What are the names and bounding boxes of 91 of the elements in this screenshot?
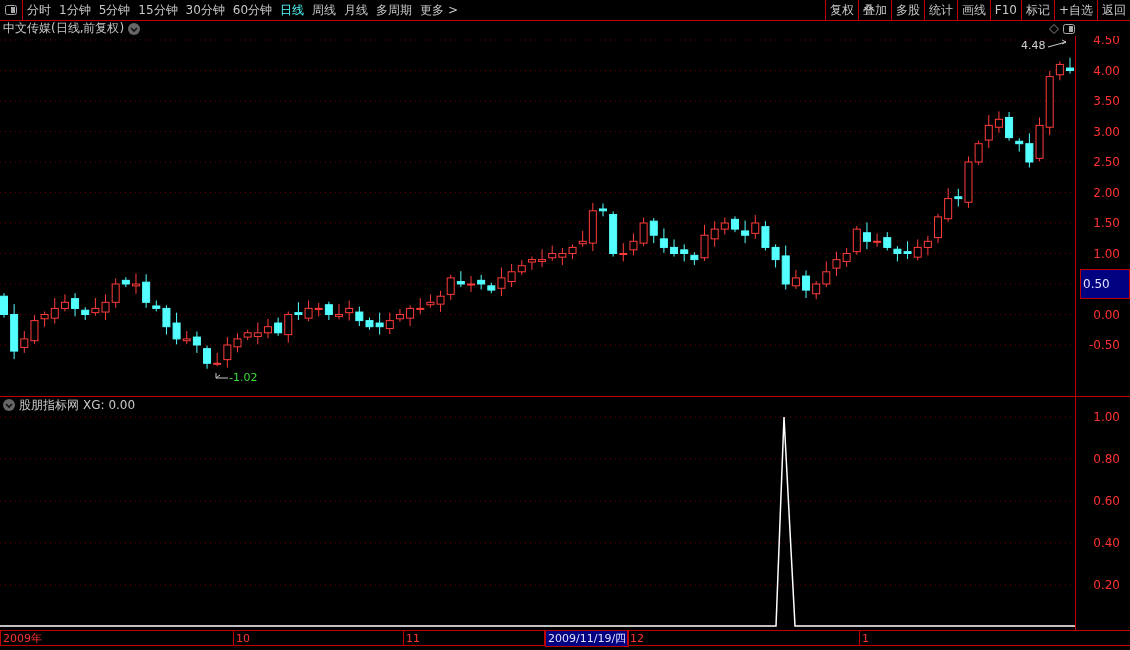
candlestick [862,221,871,250]
candlestick [629,232,638,256]
price-tick-label: 3.50 [1093,94,1120,108]
candlestick [527,256,536,271]
arrow-icon [215,372,229,379]
low-price-label: -1.02 [229,371,258,384]
indicator-tick-label: 0.40 [1093,536,1120,550]
price-tick-label: 1.50 [1093,216,1120,230]
period-tab[interactable]: 60分钟 [228,0,277,20]
indicator-tick-label: 1.00 [1093,410,1120,424]
price-tick-label: 0.00 [1093,307,1120,322]
toolbar-button[interactable]: 叠加 [857,0,891,20]
candlestick [649,217,658,244]
toolbar-button[interactable]: 复权 [824,0,858,20]
candlestick [822,260,831,288]
toolbar-button[interactable]: F10 [989,0,1021,20]
period-tab[interactable]: 月线 [340,0,373,20]
period-tab[interactable]: 分时 [23,0,55,20]
candlestick [0,292,8,319]
toolbar-button[interactable]: 统计 [923,0,957,20]
price-tick-label: 1.00 [1093,246,1120,261]
toolbar-button[interactable]: 返回 [1097,0,1130,20]
high-price-label: 4.48 [1021,39,1046,52]
period-tab[interactable]: 30分钟 [181,0,229,20]
date-tick-label: 10 [235,631,251,645]
candlestick [132,273,140,295]
arrow-icon [1047,39,1067,48]
indicator-tick-label: 0.60 [1093,494,1120,508]
price-tick-label: 2.50 [1093,155,1120,169]
candlestick [639,217,648,247]
candlestick [467,275,475,293]
candlestick [659,228,668,254]
candlestick [324,301,333,321]
candlestick [913,238,922,261]
candlestick [558,247,567,266]
period-tab[interactable]: 周线 [308,0,341,20]
date-tick-label: 2009年 [2,630,43,646]
candlestick [101,293,110,321]
period-tab[interactable]: 多周期 [372,0,417,20]
candlestick [741,220,750,244]
candlestick [1066,57,1074,75]
candlestick [548,245,557,262]
chevron-down-icon[interactable] [3,399,15,411]
indicator-tick-label: 0.80 [1093,452,1120,466]
date-tick-label: 11 [405,631,421,645]
candlestick [934,213,942,244]
chart-title: 中文传媒(日线,前复权) [3,20,125,37]
toolbar-button[interactable]: 标记 [1020,0,1054,20]
candlestick [416,297,425,315]
candlestick [345,299,354,322]
candlestick [538,248,547,268]
candlestick [568,243,577,260]
candlestick [903,240,912,260]
candlestick [883,231,892,251]
period-tab[interactable]: 5分钟 [94,0,135,20]
date-tick-label: 1 [861,631,870,645]
toolbar-button[interactable]: 画线 [956,0,990,20]
price-tick-label: 2.00 [1093,185,1120,200]
candlestick [406,304,415,327]
chevron-down-icon[interactable] [128,22,141,35]
cursor-date-label: 2009/11/19/四 [545,629,630,647]
candlestick [893,245,902,262]
period-tab[interactable]: 1分钟 [55,0,95,20]
indicator-value: XG: 0.00 [83,398,136,412]
diamond-icon[interactable] [1049,23,1059,34]
candlestick [680,243,689,262]
price-tick-label: -0.50 [1088,338,1120,352]
cursor-price-label: 0.50 [1080,268,1130,300]
candlestick [832,251,841,277]
toolbar-button[interactable]: +自选 [1053,0,1097,20]
candlestick [335,303,344,320]
indicator-tick-label: 0.20 [1093,578,1120,592]
price-tick-label: 3.00 [1093,124,1120,139]
candlestick [670,238,679,258]
candlestick [91,297,100,317]
candlestick [477,274,486,290]
candlestick [751,214,760,240]
indicator-name: 股朋指标网 [19,396,79,414]
toolbar-button[interactable]: 多股 [890,0,924,20]
candlestick [730,215,739,233]
candlestick [599,203,607,217]
candlestick [923,235,932,256]
candlestick [873,232,882,248]
toggle-icon[interactable] [1063,23,1075,34]
candlestick [761,220,770,251]
period-tab[interactable]: 更多 > [416,0,462,20]
period-tab[interactable]: 15分钟 [134,0,182,20]
price-tick-label: 4.00 [1093,63,1120,78]
date-tick-label: 12 [629,631,645,645]
period-tab[interactable]: 日线 [276,0,309,20]
candlestick [263,318,272,339]
